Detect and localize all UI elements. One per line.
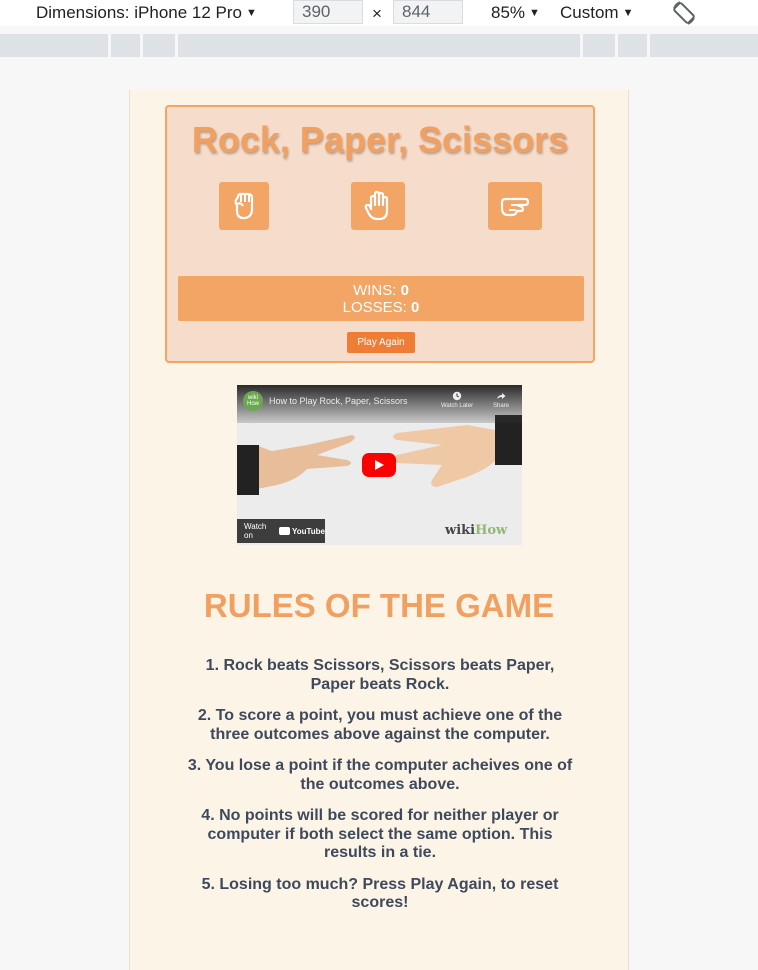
share-icon <box>487 391 515 403</box>
rule-item: 5. Losing too much? Press Play Again, to… <box>201 875 559 912</box>
ruler-divider <box>647 34 650 57</box>
dimension-separator: × <box>372 4 382 23</box>
rotate-icon[interactable] <box>670 0 698 26</box>
rules-title: RULES OF THE GAME <box>203 587 555 624</box>
rule-item: 2. To score a point, you must achieve on… <box>197 707 563 743</box>
youtube-play-icon <box>278 527 290 535</box>
hand-paper-icon <box>364 190 389 221</box>
watch-later-label: Watch Later <box>440 403 474 409</box>
losses-label: LOSSES: <box>342 299 407 316</box>
chevron-down-icon: ▼ <box>529 7 540 19</box>
ruler-divider <box>580 34 583 57</box>
rock-button[interactable] <box>219 182 269 230</box>
watch-on-youtube-button[interactable]: Watch on YouTube <box>237 519 325 543</box>
score-board: WINS: 0 LOSSES: 0 <box>178 276 584 321</box>
video-header: wiki How How to Play Rock, Paper, Scisso… <box>237 385 522 423</box>
play-again-button[interactable]: Play Again <box>347 332 415 353</box>
device-select-label: Dimensions: iPhone 12 Pro <box>36 3 243 22</box>
scissors-button[interactable] <box>488 182 542 230</box>
hand-rock-icon <box>234 192 254 220</box>
game-title: Rock, Paper, Scissors <box>191 119 569 160</box>
zoom-label: 85% <box>491 3 526 22</box>
ruler-divider <box>175 34 178 57</box>
watch-on-label: Watch on <box>244 522 267 540</box>
rules-list: 1. Rock beats Scissors, Scissors beats P… <box>185 657 575 926</box>
rule-item: 1. Rock beats Scissors, Scissors beats P… <box>205 657 555 693</box>
share-button[interactable]: Share <box>487 391 515 409</box>
losses-value: 0 <box>411 299 420 316</box>
hand-scissors-icon <box>500 197 530 217</box>
play-icon[interactable] <box>362 453 396 477</box>
devtools-device-toolbar: Dimensions: iPhone 12 Pro ▼ 390 × 844 85… <box>0 0 758 26</box>
chevron-down-icon: ▼ <box>622 7 634 19</box>
rule-item: 4. No points will be scored for neither … <box>201 807 559 861</box>
share-label: Share <box>492 403 509 409</box>
throttle-label: Custom <box>560 3 619 22</box>
ruler-divider <box>108 34 111 57</box>
clock-icon <box>437 391 477 403</box>
wikihow-wiki: wiki <box>445 523 476 538</box>
throttle-select[interactable]: Custom ▼ <box>560 2 633 24</box>
watch-later-button[interactable]: Watch Later <box>437 391 477 409</box>
losses-line: LOSSES: 0 <box>178 299 584 316</box>
rule-item: 3. You lose a point if the computer ache… <box>187 757 573 793</box>
paper-button[interactable] <box>351 182 405 230</box>
media-query-ruler[interactable] <box>0 34 758 57</box>
wins-label: WINS: <box>353 282 397 299</box>
wikihow-logo: wikiHow <box>445 523 507 538</box>
emulated-page: Rock, Paper, Scissors WINS: 0 LOSSES: 0 … <box>129 90 629 970</box>
game-card: Rock, Paper, Scissors WINS: 0 LOSSES: 0 … <box>165 105 595 363</box>
wikihow-how: How <box>475 523 508 538</box>
zoom-select[interactable]: 85% ▼ <box>491 2 540 24</box>
youtube-wordmark: YouTube <box>291 526 325 536</box>
ruler-divider <box>615 34 618 57</box>
channel-avatar[interactable]: wiki How <box>243 391 263 411</box>
chevron-down-icon: ▼ <box>246 7 257 19</box>
wins-value: 0 <box>400 282 409 299</box>
ruler-divider <box>140 34 143 57</box>
video-title[interactable]: How to Play Rock, Paper, Scissors <box>269 396 408 406</box>
device-select[interactable]: Dimensions: iPhone 12 Pro ▼ <box>36 2 257 24</box>
wins-line: WINS: 0 <box>178 276 584 299</box>
width-input[interactable]: 390 <box>293 0 363 24</box>
video-embed[interactable]: wiki How How to Play Rock, Paper, Scisso… <box>237 385 522 545</box>
height-input[interactable]: 844 <box>393 0 463 24</box>
youtube-logo: YouTube <box>278 526 325 536</box>
